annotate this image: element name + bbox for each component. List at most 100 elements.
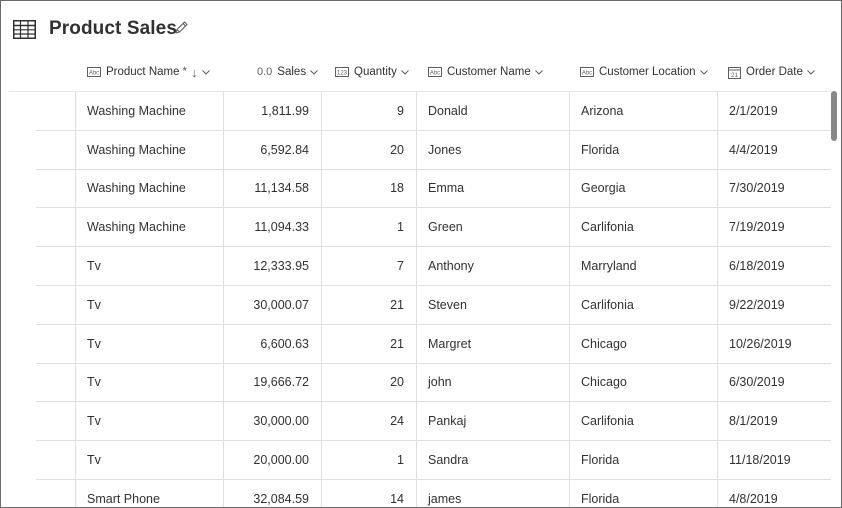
- cell-sales[interactable]: 6,592.84: [223, 130, 321, 169]
- table-row[interactable]: Washing Machine 11,094.33 1 Green Carlifonia…: [36, 208, 831, 248]
- column-header-order-date[interactable]: 21 Order Date: [728, 53, 815, 91]
- cell-product-name[interactable]: Washing Machine: [75, 92, 223, 130]
- cell-order-date[interactable]: 4/4/2019: [717, 130, 831, 169]
- table-row[interactable]: Tv 30,000.00 24 Pankaj Carlifonia 8/1/2019: [36, 402, 831, 442]
- table-row[interactable]: Tv 30,000.07 21 Steven Carlifonia 9/22/2019: [36, 285, 831, 325]
- cell-sales[interactable]: 1,811.99: [223, 92, 321, 130]
- cell-quantity[interactable]: 14: [321, 479, 416, 507]
- table-row[interactable]: Washing Machine 11,134.58 18 Emma Georgia 7/3…: [36, 169, 831, 209]
- cell-sales[interactable]: 12,333.95: [223, 247, 321, 285]
- page-title: Product Sales: [49, 18, 178, 39]
- cell-quantity[interactable]: 18: [321, 169, 416, 208]
- text-type-icon: Abc: [87, 67, 101, 77]
- table-row[interactable]: Tv 19,666.72 20 john Chicago 6/30/2019: [36, 363, 831, 403]
- chevron-down-icon: [699, 67, 708, 77]
- cell-customer-location[interactable]: Carlifonia: [569, 402, 717, 441]
- cell-order-date[interactable]: 6/30/2019: [717, 363, 831, 402]
- cell-order-date[interactable]: 9/22/2019: [717, 285, 831, 324]
- cell-customer-name[interactable]: Jones: [416, 130, 569, 169]
- column-header-sales[interactable]: 0.0 Sales: [257, 53, 318, 91]
- cell-order-date[interactable]: 11/18/2019: [717, 441, 831, 479]
- cell-customer-name[interactable]: Anthony: [416, 247, 569, 285]
- cell-sales[interactable]: 32,084.59: [223, 479, 321, 507]
- cell-order-date[interactable]: 6/18/2019: [717, 247, 831, 285]
- column-header-customer-location[interactable]: Abc Customer Location: [580, 53, 708, 91]
- cell-quantity[interactable]: 20: [321, 130, 416, 169]
- cell-customer-name[interactable]: john: [416, 363, 569, 402]
- cell-order-date[interactable]: 10/26/2019: [717, 324, 831, 363]
- cell-sales[interactable]: 19,666.72: [223, 363, 321, 402]
- cell-product-name[interactable]: Washing Machine: [75, 169, 223, 208]
- number-type-icon: 0.0: [257, 66, 273, 78]
- svg-text:123: 123: [337, 71, 348, 77]
- cell-sales[interactable]: 6,600.63: [223, 324, 321, 363]
- cell-customer-name[interactable]: james: [416, 479, 569, 507]
- svg-text:Abc: Abc: [582, 71, 592, 77]
- table-icon: [13, 20, 36, 44]
- cell-customer-location[interactable]: Chicago: [569, 363, 717, 402]
- cell-sales[interactable]: 30,000.07: [223, 285, 321, 324]
- cell-product-name[interactable]: Tv: [75, 441, 223, 479]
- cell-customer-location[interactable]: Marryland: [569, 247, 717, 285]
- table-row[interactable]: Washing Machine 6,592.84 20 Jones Florida 4/4…: [36, 130, 831, 170]
- sort-descending-icon: ↓: [191, 64, 198, 80]
- cell-customer-location[interactable]: Arizona: [569, 92, 717, 130]
- cell-customer-name[interactable]: Green: [416, 208, 569, 247]
- cell-order-date[interactable]: 8/1/2019: [717, 402, 831, 441]
- cell-customer-location[interactable]: Florida: [569, 130, 717, 169]
- table-row[interactable]: Smart Phone 32,084.59 14 james Florida 4/8/20…: [36, 479, 831, 507]
- cell-product-name[interactable]: Smart Phone: [75, 479, 223, 507]
- cell-sales[interactable]: 11,094.33: [223, 208, 321, 247]
- cell-product-name[interactable]: Tv: [75, 402, 223, 441]
- cell-quantity[interactable]: 24: [321, 402, 416, 441]
- text-type-icon: Abc: [580, 67, 594, 77]
- cell-customer-name[interactable]: Sandra: [416, 441, 569, 479]
- column-header-product-name[interactable]: Abc Product Name * ↓: [87, 53, 210, 91]
- table-row[interactable]: Tv 6,600.63 21 Margret Chicago 10/26/2019: [36, 324, 831, 364]
- calendar-icon: 21: [728, 66, 741, 79]
- cell-order-date[interactable]: 7/30/2019: [717, 169, 831, 208]
- cell-product-name[interactable]: Tv: [75, 285, 223, 324]
- cell-customer-name[interactable]: Pankaj: [416, 402, 569, 441]
- cell-product-name[interactable]: Tv: [75, 247, 223, 285]
- vertical-scrollbar[interactable]: [831, 91, 837, 141]
- cell-order-date[interactable]: 4/8/2019: [717, 479, 831, 507]
- cell-product-name[interactable]: Tv: [75, 324, 223, 363]
- cell-customer-location[interactable]: Carlifonia: [569, 208, 717, 247]
- column-header-quantity[interactable]: 123 Quantity: [335, 53, 409, 91]
- cell-quantity[interactable]: 20: [321, 363, 416, 402]
- table-row[interactable]: Tv 12,333.95 7 Anthony Marryland 6/18/2019: [36, 247, 831, 286]
- cell-product-name[interactable]: Washing Machine: [75, 130, 223, 169]
- cell-quantity[interactable]: 9: [321, 92, 416, 130]
- cell-quantity[interactable]: 1: [321, 208, 416, 247]
- cell-customer-location[interactable]: Chicago: [569, 324, 717, 363]
- cell-customer-location[interactable]: Georgia: [569, 169, 717, 208]
- cell-quantity[interactable]: 7: [321, 247, 416, 285]
- number-type-icon: 123: [335, 67, 349, 77]
- cell-quantity[interactable]: 1: [321, 441, 416, 479]
- cell-customer-location[interactable]: Florida: [569, 441, 717, 479]
- table-row[interactable]: Tv 20,000.00 1 Sandra Florida 11/18/2019: [36, 441, 831, 480]
- svg-text:Abc: Abc: [430, 71, 440, 77]
- cell-sales[interactable]: 30,000.00: [223, 402, 321, 441]
- pencil-icon[interactable]: [174, 20, 189, 40]
- column-header-customer-name[interactable]: Abc Customer Name: [428, 53, 543, 91]
- cell-customer-name[interactable]: Donald: [416, 92, 569, 130]
- cell-customer-name[interactable]: Margret: [416, 324, 569, 363]
- required-marker: *: [182, 66, 187, 78]
- cell-product-name[interactable]: Washing Machine: [75, 208, 223, 247]
- cell-sales[interactable]: 20,000.00: [223, 441, 321, 479]
- cell-customer-location[interactable]: Florida: [569, 479, 717, 507]
- cell-customer-location[interactable]: Carlifonia: [569, 285, 717, 324]
- table-row[interactable]: Washing Machine 1,811.99 9 Donald Arizona 2/1…: [36, 92, 831, 131]
- cell-customer-name[interactable]: Emma: [416, 169, 569, 208]
- cell-order-date[interactable]: 2/1/2019: [717, 92, 831, 130]
- cell-order-date[interactable]: 7/19/2019: [717, 208, 831, 247]
- header-row: Abc Product Name * ↓ 0.0 Sales 123 Quant…: [9, 53, 831, 92]
- cell-quantity[interactable]: 21: [321, 324, 416, 363]
- cell-customer-name[interactable]: Steven: [416, 285, 569, 324]
- app-window: Product Sales Abc Product Name * ↓ 0.0 S…: [0, 0, 842, 508]
- cell-product-name[interactable]: Tv: [75, 363, 223, 402]
- cell-quantity[interactable]: 21: [321, 285, 416, 324]
- cell-sales[interactable]: 11,134.58: [223, 169, 321, 208]
